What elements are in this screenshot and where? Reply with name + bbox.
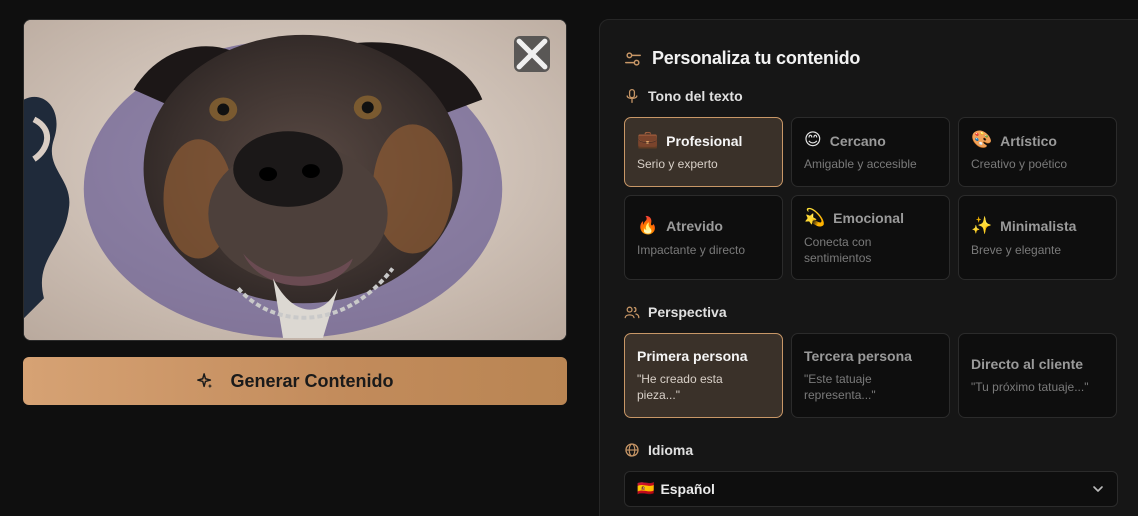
sliders-icon xyxy=(625,51,641,66)
card-title-row: 😊 Cercano xyxy=(804,132,937,149)
generate-button-label: Generar Contenido xyxy=(230,370,394,391)
generate-content-button[interactable]: Generar Contenido xyxy=(23,357,567,405)
spain-flag-icon: 🇪🇸 xyxy=(637,481,655,497)
perspective-option-tercera[interactable]: Tercera persona "Este tatuaje representa… xyxy=(791,333,950,418)
card-subtitle: Serio y experto xyxy=(637,157,718,171)
tone-option-artistico[interactable]: 🎨 Artístico Creativo y poético xyxy=(958,117,1117,187)
card-title-row: 💼 Profesional xyxy=(637,132,770,149)
chevron-down-icon xyxy=(1093,486,1103,492)
card-title: Primera persona xyxy=(637,348,748,364)
card-subtitle: Impactante y directo xyxy=(637,242,746,257)
dizzy-star-icon: 💫 xyxy=(804,207,826,228)
perspective-section-header: Perspectiva xyxy=(624,304,727,320)
card-title: Directo al cliente xyxy=(971,356,1084,372)
tattoo-photo xyxy=(24,20,566,340)
sparkles-emoji-icon: ✨ xyxy=(971,215,993,236)
tone-option-emocional[interactable]: 💫 Emocional Conecta con sentimientos xyxy=(791,195,950,280)
panel-title: Personaliza tu contenido xyxy=(652,48,861,68)
card-title-row: 🎨 Artístico xyxy=(971,132,1104,149)
close-icon xyxy=(516,38,548,70)
card-subtitle: "He creado esta pieza..." xyxy=(637,372,723,402)
language-select-value: 🇪🇸 Español xyxy=(637,481,715,497)
perspective-option-directo[interactable]: Directo al cliente "Tu próximo tatuaje..… xyxy=(958,333,1117,418)
fire-icon: 🔥 xyxy=(637,215,659,236)
card-subtitle: Creativo y poético xyxy=(971,157,1068,171)
language-label: Idioma xyxy=(648,442,694,458)
tone-label: Tono del texto xyxy=(648,88,743,104)
language-section-header: Idioma xyxy=(624,442,693,458)
language-select[interactable]: 🇪🇸 Español xyxy=(624,471,1118,507)
users-icon xyxy=(624,306,640,319)
briefcase-icon: 💼 xyxy=(637,130,659,150)
card-subtitle: Breve y elegante xyxy=(971,242,1062,257)
card-title: Profesional xyxy=(666,132,743,149)
card-title: Minimalista xyxy=(1000,218,1077,234)
panel-header: Personaliza tu contenido xyxy=(624,48,860,69)
card-title: Emocional xyxy=(833,210,904,226)
palette-icon: 🎨 xyxy=(971,130,993,150)
smile-icon: 😊 xyxy=(804,130,822,150)
perspective-option-primera[interactable]: Primera persona "He creado esta pieza...… xyxy=(624,333,783,418)
language-value: Español xyxy=(660,481,715,497)
tone-option-minimalista[interactable]: ✨ Minimalista Breve y elegante xyxy=(958,195,1117,280)
tattoo-image-preview xyxy=(23,19,567,341)
card-title-row: ✨ Minimalista xyxy=(971,215,1104,236)
sparkles-icon xyxy=(197,373,213,389)
tone-option-cercano[interactable]: 😊 Cercano Amigable y accesible xyxy=(791,117,950,187)
card-subtitle: "Tu próximo tatuaje..." xyxy=(971,380,1089,394)
card-title: Atrevido xyxy=(666,218,723,234)
tone-option-atrevido[interactable]: 🔥 Atrevido Impactante y directo xyxy=(624,195,783,280)
customization-panel: Personaliza tu contenido Tono del texto … xyxy=(599,19,1138,516)
globe-icon xyxy=(625,443,639,457)
card-title: Artístico xyxy=(1000,132,1057,149)
card-title: Tercera persona xyxy=(804,348,912,364)
perspective-label: Perspectiva xyxy=(648,304,727,320)
card-title-row: 💫 Emocional xyxy=(804,207,937,228)
tone-section-header: Tono del texto xyxy=(624,88,743,104)
card-title: Cercano xyxy=(829,132,886,149)
card-subtitle: Conecta con sentimientos xyxy=(804,234,872,265)
tone-option-profesional[interactable]: 💼 Profesional Serio y experto xyxy=(624,117,783,187)
card-title-row: 🔥 Atrevido xyxy=(637,215,770,236)
card-subtitle: Amigable y accesible xyxy=(804,157,917,171)
close-button[interactable] xyxy=(514,36,550,72)
microphone-icon xyxy=(626,88,638,104)
card-subtitle: "Este tatuaje representa..." xyxy=(804,372,876,402)
